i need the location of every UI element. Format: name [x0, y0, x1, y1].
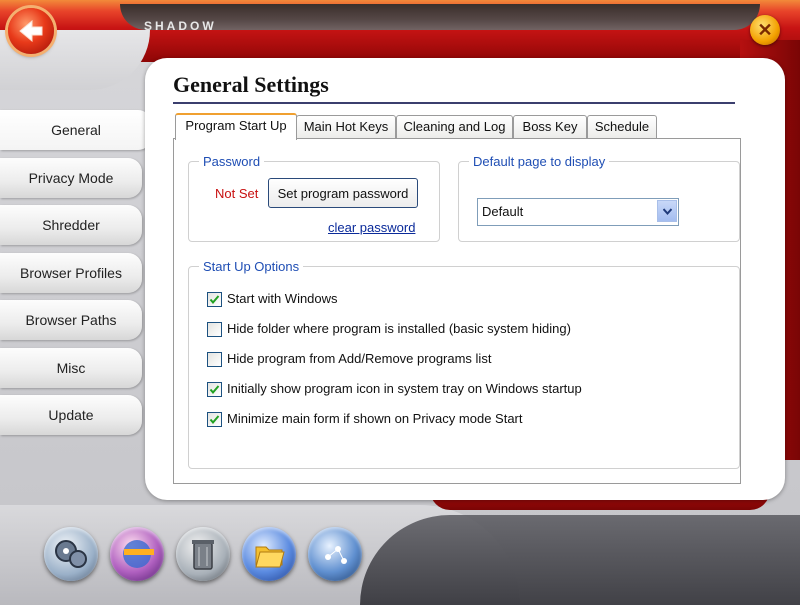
sidebar-item-label: Browser Profiles	[20, 264, 122, 281]
default-page-legend: Default page to display	[473, 154, 606, 169]
sidebar-item-general[interactable]: General	[0, 110, 152, 150]
close-button[interactable]: ✕	[750, 15, 780, 45]
password-group: Password Not Set Set program password cl…	[188, 154, 440, 242]
tab-schedule[interactable]: Schedule	[587, 115, 657, 138]
skin-bottom-swoosh	[360, 515, 800, 605]
set-password-button[interactable]: Set program password	[268, 178, 418, 208]
default-page-select[interactable]: Default	[477, 198, 679, 226]
sidebar-item-label: Update	[48, 407, 94, 423]
checkbox-label: Hide folder where program is installed (…	[227, 321, 571, 336]
checkbox[interactable]	[207, 382, 222, 397]
network-icon[interactable]	[308, 527, 362, 581]
back-button[interactable]	[8, 8, 54, 54]
startup-options-group: Start Up Options Start with Windows Hide…	[188, 259, 740, 469]
app-title: SHADOW	[144, 19, 217, 33]
tab-label: Schedule	[594, 119, 650, 134]
default-page-group: Default page to display Default	[458, 154, 740, 242]
chevron-down-icon[interactable]	[657, 200, 677, 222]
tab-boss-key[interactable]: Boss Key	[513, 115, 587, 138]
tab-content: Password Not Set Set program password cl…	[173, 138, 741, 484]
tab-main-hot-keys[interactable]: Main Hot Keys	[296, 115, 396, 138]
checkbox-label: Hide program from Add/Remove programs li…	[227, 351, 492, 366]
privacy-globe-icon[interactable]	[110, 527, 164, 581]
sidebar-item-label: Misc	[56, 359, 86, 376]
startup-options-legend: Start Up Options	[203, 259, 300, 274]
sidebar-item-update[interactable]: Update	[0, 395, 142, 435]
settings-panel: General Settings Program Start Up Main H…	[145, 58, 785, 500]
sidebar-item-browser-paths[interactable]: Browser Paths	[0, 300, 142, 340]
close-icon: ✕	[757, 20, 773, 40]
clear-password-link[interactable]: clear password	[328, 220, 415, 235]
sidebar-item-privacy-mode[interactable]: Privacy Mode	[0, 157, 142, 198]
checkbox-label: Initially show program icon in system tr…	[227, 381, 582, 396]
checkbox-label: Minimize main form if shown on Privacy m…	[227, 411, 523, 426]
tab-label: Main Hot Keys	[303, 119, 389, 134]
sidebar-item-label: Shredder	[42, 217, 100, 233]
sidebar-item-label: Browser Paths	[25, 312, 117, 328]
title-divider	[173, 102, 735, 104]
sidebar-item-label: General	[51, 122, 101, 138]
checkbox[interactable]	[207, 322, 222, 337]
checkbox[interactable]	[207, 352, 222, 367]
checkbox-label: Start with Windows	[227, 291, 338, 306]
default-page-value: Default	[482, 204, 524, 219]
tab-label: Cleaning and Log	[403, 119, 506, 134]
trash-can-icon[interactable]	[176, 527, 230, 581]
page-title: General Settings	[173, 72, 329, 97]
sidebar-item-browser-profiles[interactable]: Browser Profiles	[0, 252, 142, 293]
sidebar-nav: General Privacy Mode Shredder Browser Pr…	[0, 110, 152, 443]
tab-program-start-up[interactable]: Program Start Up	[175, 113, 297, 140]
sidebar-item-shredder[interactable]: Shredder	[0, 205, 142, 245]
checkbox[interactable]	[207, 292, 222, 307]
sidebar-item-misc[interactable]: Misc	[0, 347, 142, 388]
password-status: Not Set	[215, 186, 259, 201]
tab-label: Program Start Up	[185, 118, 287, 133]
tab-cleaning-and-log[interactable]: Cleaning and Log	[396, 115, 513, 138]
tab-label: Boss Key	[522, 119, 578, 134]
sidebar-item-label: Privacy Mode	[28, 169, 114, 186]
film-reel-icon[interactable]	[44, 527, 98, 581]
checkbox[interactable]	[207, 412, 222, 427]
folders-icon[interactable]	[242, 527, 296, 581]
password-legend: Password	[203, 154, 261, 169]
